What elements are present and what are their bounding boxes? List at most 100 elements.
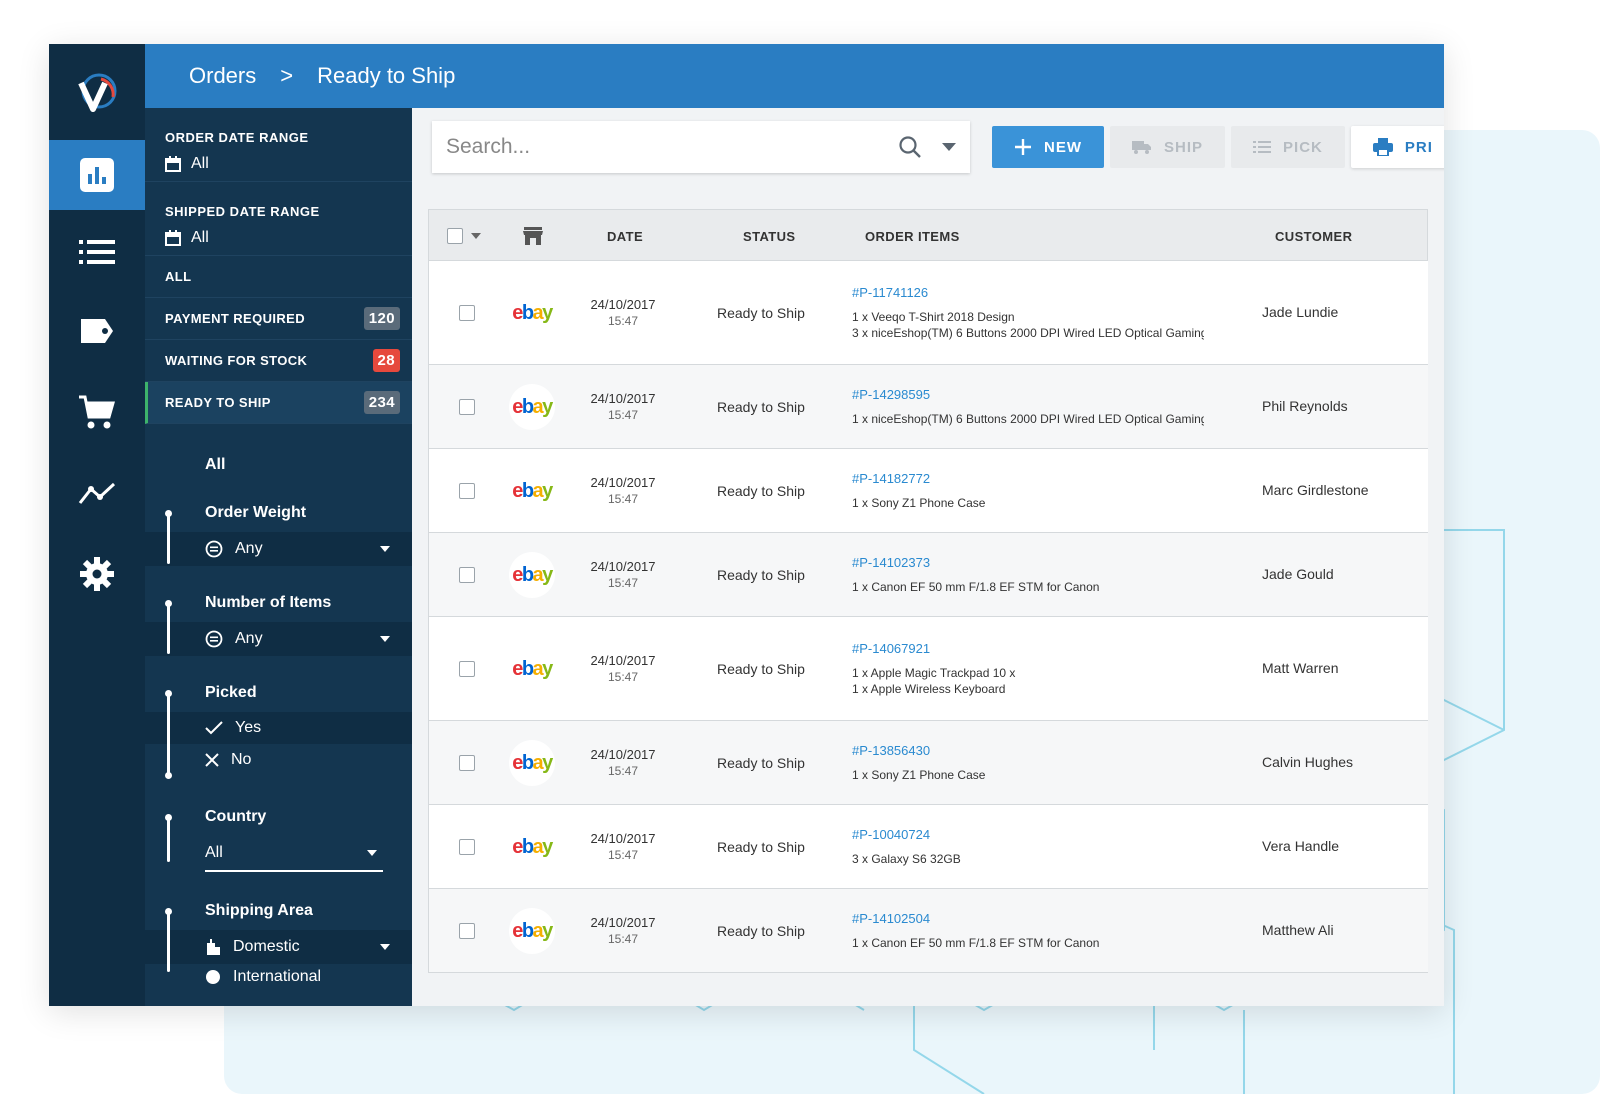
picked-yes-option[interactable]: Yes: [145, 712, 412, 744]
ebay-logo: ebay: [509, 646, 555, 692]
customer-name[interactable]: Jade Lundie: [1262, 304, 1338, 320]
calendar-icon: [165, 156, 181, 172]
pick-button[interactable]: PICK: [1231, 126, 1345, 168]
status-filter-all[interactable]: ALL: [145, 256, 412, 298]
row-checkbox[interactable]: [459, 755, 475, 771]
printer-icon: [1372, 138, 1393, 156]
veeqo-logo[interactable]: [49, 44, 145, 142]
channel-column-header[interactable]: [523, 210, 543, 262]
shipping-area-filter: Shipping Area Domestic International: [145, 892, 412, 990]
search-options-dropdown[interactable]: [942, 143, 956, 151]
order-id-link[interactable]: #P-14067921: [852, 641, 1204, 657]
bar-chart-icon: [80, 158, 114, 192]
rail-products[interactable]: [49, 296, 145, 366]
table-header: DATE STATUS ORDER ITEMS CUSTOMER: [428, 209, 1428, 261]
order-items: #P-14102504 1 x Canon EF 50 mm F/1.8 EF S…: [852, 911, 1204, 951]
rail-orders[interactable]: [49, 217, 145, 287]
row-checkbox[interactable]: [459, 483, 475, 499]
row-checkbox[interactable]: [459, 399, 475, 415]
list-icon: [79, 240, 115, 264]
order-status: Ready to Ship: [717, 755, 805, 771]
row-checkbox[interactable]: [459, 839, 475, 855]
table-row[interactable]: e b a y 24/10/2017 15:47 Ready to Ship #P-14298…: [428, 365, 1428, 449]
status-column-header[interactable]: STATUS: [743, 210, 795, 262]
country-select[interactable]: All: [205, 836, 383, 872]
status-filter-payment-required[interactable]: PAYMENT REQUIRED 120: [145, 298, 412, 340]
table-row[interactable]: e b a y 24/10/2017 15:47 Ready to Ship #P-13856…: [428, 721, 1428, 805]
select-all-control[interactable]: [447, 210, 481, 262]
order-id-link[interactable]: #P-14298595: [852, 387, 1204, 403]
customer-name[interactable]: Matt Warren: [1262, 660, 1339, 676]
row-checkbox[interactable]: [459, 661, 475, 677]
all-filter[interactable]: All: [145, 446, 412, 484]
print-button[interactable]: PRI: [1350, 126, 1444, 168]
order-status: Ready to Ship: [717, 483, 805, 499]
status-label: PAYMENT REQUIRED: [165, 311, 306, 326]
order-item-line: 3 x niceEshop(TM) 6 Buttons 2000 DPI Wir…: [852, 326, 1204, 340]
table-row[interactable]: e b a y 24/10/2017 15:47 Ready to Ship #P-14067…: [428, 617, 1428, 721]
order-id-link[interactable]: #P-13856430: [852, 743, 1204, 759]
date-value: 24/10/2017: [590, 475, 656, 490]
time-value: 15:47: [607, 314, 639, 328]
shipping-area-international-option[interactable]: International: [145, 964, 412, 990]
date-value: 24/10/2017: [590, 831, 656, 846]
date-column-header[interactable]: DATE: [607, 210, 643, 262]
search-input[interactable]: [446, 135, 898, 159]
ebay-logo: ebay: [509, 552, 555, 598]
shipped-date-range-filter[interactable]: SHIPPED DATE RANGE All: [145, 182, 412, 256]
order-status: Ready to Ship: [717, 305, 805, 321]
order-weight-value: Any: [235, 540, 263, 557]
order-id-link[interactable]: #P-14182772: [852, 471, 1204, 487]
number-of-items-select[interactable]: Any: [145, 622, 412, 656]
table-row[interactable]: e b a y 24/10/2017 15:47 Ready to Ship #P-14182…: [428, 449, 1428, 533]
rail-dashboard[interactable]: [49, 140, 145, 210]
rail-purchase[interactable]: [49, 378, 145, 448]
breadcrumb-orders[interactable]: Orders: [189, 63, 256, 89]
tag-icon: [81, 319, 113, 343]
order-id-link[interactable]: #P-14102373: [852, 555, 1204, 571]
customer-name[interactable]: Vera Handle: [1262, 838, 1339, 854]
row-checkbox[interactable]: [459, 305, 475, 321]
status-filter-waiting-for-stock[interactable]: WAITING FOR STOCK 28: [145, 340, 412, 382]
customer-column-header[interactable]: CUSTOMER: [1275, 210, 1352, 262]
order-id-link[interactable]: #P-11741126: [852, 285, 1204, 301]
order-status: Ready to Ship: [717, 399, 805, 415]
truck-icon: [1132, 141, 1151, 154]
order-item-line: 1 x Veeqo T-Shirt 2018 Design: [852, 310, 1015, 324]
search-icon[interactable]: [898, 135, 922, 159]
order-id-link[interactable]: #P-10040724: [852, 827, 1204, 843]
customer-name[interactable]: Calvin Hughes: [1262, 754, 1353, 770]
picked-yes-label: Yes: [235, 719, 262, 736]
shipping-area-value: Domestic: [233, 938, 300, 955]
order-id-link[interactable]: #P-14102504: [852, 911, 1204, 927]
time-value: 15:47: [607, 848, 639, 862]
rail-reports[interactable]: [49, 458, 145, 528]
chevron-down-icon[interactable]: [471, 233, 481, 239]
status-filter-ready-to-ship[interactable]: READY TO SHIP 234: [145, 382, 412, 424]
ship-button[interactable]: SHIP: [1110, 126, 1226, 168]
table-row[interactable]: e b a y 24/10/2017 15:47 Ready to Ship #P-14102…: [428, 889, 1428, 973]
order-item-line: 1 x Canon EF 50 mm F/1.8 EF STM for Cano…: [852, 580, 1100, 594]
new-order-button[interactable]: NEW: [992, 126, 1104, 168]
breadcrumb-current: Ready to Ship: [317, 63, 456, 88]
table-row[interactable]: e b a y 24/10/2017 15:47 Ready to Ship #P-11741…: [428, 261, 1428, 365]
customer-name[interactable]: Marc Girdlestone: [1262, 482, 1369, 498]
customer-name[interactable]: Matthew Ali: [1262, 922, 1334, 938]
order-items-column-header[interactable]: ORDER ITEMS: [865, 210, 960, 262]
order-item-line: 1 x Sony Z1 Phone Case: [852, 768, 986, 782]
order-date-range-filter[interactable]: ORDER DATE RANGE All: [145, 108, 412, 182]
table-row[interactable]: e b a y 24/10/2017 15:47 Ready to Ship #P-10040…: [428, 805, 1428, 889]
rail-settings[interactable]: [49, 539, 145, 609]
row-checkbox[interactable]: [459, 567, 475, 583]
search-box: [432, 121, 970, 173]
customer-name[interactable]: Phil Reynolds: [1262, 398, 1348, 414]
order-items: #P-14067921 1 x Apple Magic Trackpad 10 x…: [852, 641, 1204, 697]
order-weight-select[interactable]: Any: [145, 532, 412, 566]
select-all-checkbox[interactable]: [447, 228, 463, 244]
customer-name[interactable]: Jade Gould: [1262, 566, 1334, 582]
status-label: ALL: [165, 269, 192, 284]
shipping-area-select[interactable]: Domestic: [145, 930, 412, 964]
table-row[interactable]: e b a y 24/10/2017 15:47 Ready to Ship #P-14102…: [428, 533, 1428, 617]
row-checkbox[interactable]: [459, 923, 475, 939]
picked-no-option[interactable]: No: [145, 744, 412, 776]
